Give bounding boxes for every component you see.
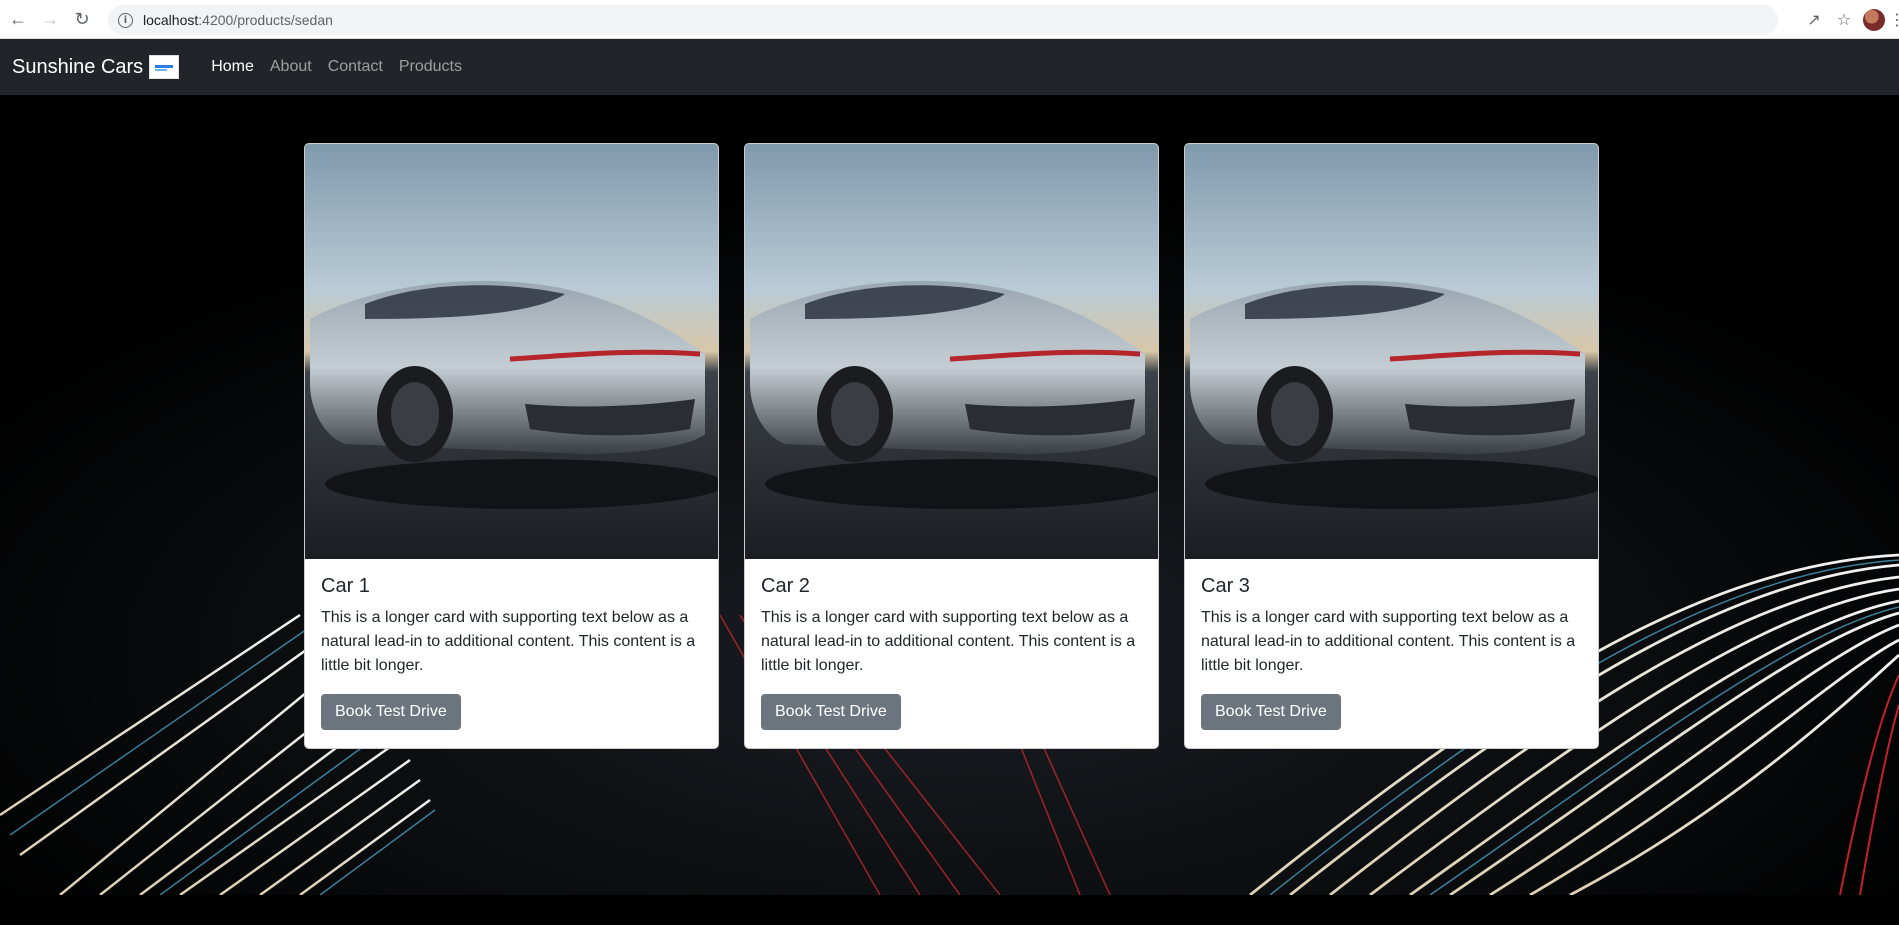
menu-dots-icon[interactable]: ⋮ [1889,10,1899,30]
card-title: Car 2 [761,575,810,597]
book-test-drive-button[interactable]: Book Test Drive [321,694,461,730]
browser-toolbar: ← → ↻ i localhost:4200/products/sedan ↗ … [0,0,1899,39]
nav-link-home[interactable]: Home [203,58,262,76]
page-bottom [0,895,1899,925]
card-text: This is a longer card with supporting te… [321,609,696,674]
product-card-3: Car 3 This is a longer card with support… [1184,143,1599,749]
car-image [745,144,1158,559]
book-test-drive-button[interactable]: Book Test Drive [1201,694,1341,730]
nav-links: Home About Contact Products [203,58,470,76]
reload-icon[interactable]: ↻ [68,5,96,33]
star-icon[interactable]: ☆ [1829,5,1859,35]
card-title: Car 3 [1201,575,1250,597]
card-title: Car 1 [321,575,370,597]
product-card-2: Car 2 This is a longer card with support… [744,143,1159,749]
back-arrow-icon[interactable]: ← [4,5,32,33]
url-path: :4200/products/sedan [198,12,333,28]
brand-logo [149,55,180,79]
car-image [1185,144,1598,559]
share-icon[interactable]: ↗ [1799,5,1829,35]
nav-link-products[interactable]: Products [391,58,470,76]
site-navbar: Sunshine Cars Home About Contact Product… [0,39,1899,95]
card-body: Car 1 This is a longer card with support… [305,559,718,746]
brand[interactable]: Sunshine Cars [12,55,180,79]
book-test-drive-button[interactable]: Book Test Drive [761,694,901,730]
brand-name: Sunshine Cars [12,55,144,78]
card-body: Car 3 This is a longer card with support… [1185,559,1598,746]
url-host: localhost [143,12,199,28]
nav-link-contact[interactable]: Contact [320,58,391,76]
url-text[interactable]: localhost:4200/products/sedan [143,12,333,28]
forward-arrow-icon[interactable]: → [36,5,64,33]
car-image [305,144,718,559]
product-card-1: Car 1 This is a longer card with support… [304,143,719,749]
card-body: Car 2 This is a longer card with support… [745,559,1158,746]
nav-link-about[interactable]: About [262,58,320,76]
avatar[interactable] [1863,9,1885,31]
address-bar[interactable]: i localhost:4200/products/sedan [108,5,1778,35]
card-text: This is a longer card with supporting te… [761,609,1136,674]
info-icon[interactable]: i [118,12,133,28]
card-text: This is a longer card with supporting te… [1201,609,1576,674]
